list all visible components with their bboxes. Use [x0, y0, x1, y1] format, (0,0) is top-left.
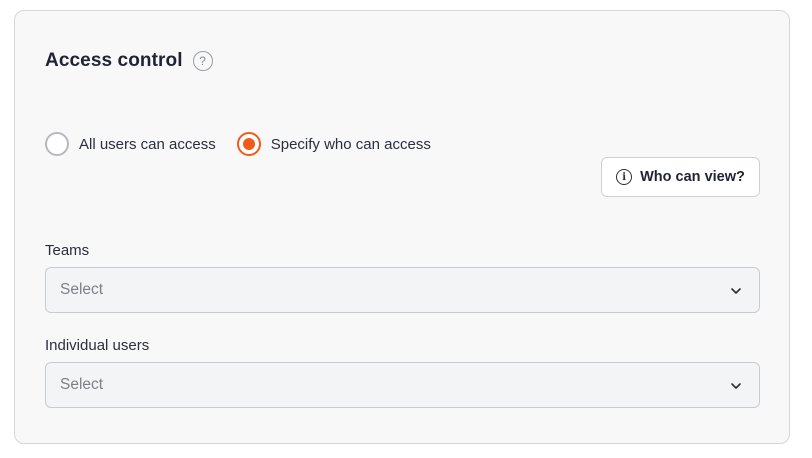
access-radio-group: All users can access Specify who can acc…	[45, 132, 431, 156]
who-can-view-button[interactable]: i Who can view?	[601, 157, 760, 197]
teams-label: Teams	[45, 242, 90, 259]
card-header: Access control ?	[45, 50, 213, 72]
info-icon: i	[616, 169, 633, 185]
radio-button-unchecked[interactable]	[45, 132, 69, 156]
chevron-down-icon	[731, 383, 741, 389]
access-control-card: Access control ? All users can access Sp…	[14, 10, 790, 444]
individual-users-select[interactable]: Select	[45, 362, 760, 408]
who-can-view-label: Who can view?	[640, 169, 745, 185]
radio-specify-users[interactable]: Specify who can access	[236, 132, 431, 156]
teams-select[interactable]: Select	[45, 267, 760, 313]
teams-select-placeholder: Select	[60, 281, 104, 298]
radio-dot	[242, 138, 255, 150]
individual-users-label: Individual users	[45, 337, 150, 354]
individual-users-select-placeholder: Select	[60, 376, 104, 393]
help-icon[interactable]: ?	[192, 51, 213, 71]
radio-button-checked[interactable]	[236, 132, 261, 156]
radio-label-all-users: All users can access	[79, 135, 216, 153]
radio-label-specify-users: Specify who can access	[270, 135, 431, 153]
page-title: Access control	[45, 50, 183, 71]
chevron-down-icon	[731, 288, 741, 294]
radio-all-users[interactable]: All users can access	[45, 132, 216, 156]
